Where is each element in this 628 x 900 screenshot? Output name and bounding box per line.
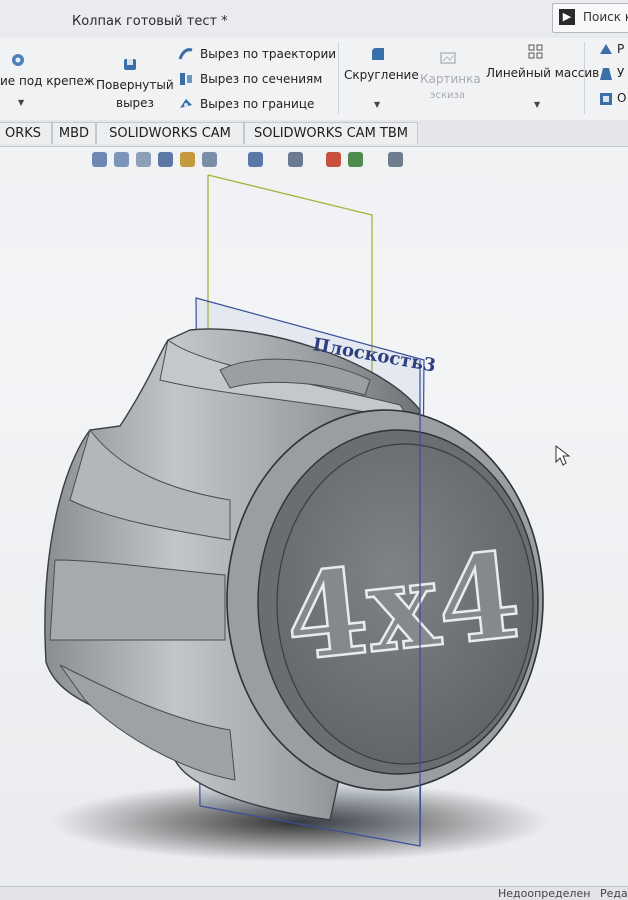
sketch-picture-label-2[interactable]: эскиза [430,90,465,101]
tab-solidworks-cam[interactable]: SOLIDWORKS CAM [96,122,244,144]
chevron-down-icon[interactable]: ▼ [374,100,380,109]
hole-wizard-button[interactable]: ие под крепеж [0,74,95,88]
document-title: Колпак готовый тест * [72,14,228,29]
status-editing: Реда [600,887,628,900]
display-style-icon[interactable] [248,152,263,167]
linear-pattern-icon[interactable] [528,44,544,60]
tab-mbd[interactable]: MBD [52,122,96,144]
rib-icon[interactable] [598,42,614,58]
sketch-picture-icon[interactable] [440,50,456,66]
sketch-picture-label-1[interactable]: Картинка [420,72,481,86]
fillet-button[interactable]: Скругление [344,68,419,82]
graphics-area[interactable]: 4x4 Плоскость3 [0,170,628,886]
draft-icon[interactable] [598,66,614,82]
zoom-to-fit-icon[interactable] [92,152,107,167]
tab-solidworks-cam-tbm[interactable]: SOLIDWORKS CAM TBM [244,122,418,144]
flute-recess [49,559,226,641]
title-bar: Колпак готовый тест * ▶ Поиск к [0,0,628,39]
command-tabs: ORKS MBD SOLIDWORKS CAM SOLIDWORKS CAM T… [0,120,628,147]
status-bar: Недоопределен Реда [0,886,628,900]
previous-view-icon[interactable] [136,152,151,167]
hide-show-items-icon[interactable] [288,152,303,167]
ribbon-separator [584,42,585,114]
lofted-cut-icon[interactable] [178,71,194,87]
swept-cut-button[interactable]: Вырез по траектории [200,47,336,61]
revolved-cut-icon[interactable] [122,56,138,72]
view-orientation-icon[interactable] [202,152,217,167]
view-settings-icon[interactable] [388,152,403,167]
mouse-cursor-icon [555,444,571,466]
embossed-text[interactable]: 4x4 [277,524,527,689]
command-manager-ribbon: ие под крепеж ▼ Повернутый вырез Вырез п… [0,38,628,121]
revolved-cut-label-2[interactable]: вырез [116,96,154,110]
zoom-to-area-icon[interactable] [114,152,129,167]
solidworks-window: Колпак готовый тест * ▶ Поиск к ие под к… [0,0,628,900]
chevron-down-icon[interactable]: ▼ [18,98,24,107]
search-icon: ▶ [559,9,575,25]
tab-solidworks-addins[interactable]: ORKS [0,122,52,144]
boundary-cut-button[interactable]: Вырез по границе [200,97,314,111]
draft-button[interactable]: У [617,66,624,80]
ribbon-separator [338,42,339,114]
lofted-cut-button[interactable]: Вырез по сечениям [200,72,322,86]
rib-button[interactable]: Р [617,42,624,56]
status-definition: Недоопределен [498,887,591,900]
revolved-cut-label-1[interactable]: Повернутый [96,78,174,92]
chevron-down-icon[interactable]: ▼ [534,100,540,109]
apply-scene-icon[interactable] [348,152,363,167]
hole-wizard-icon[interactable] [10,52,26,68]
shell-icon[interactable] [598,91,614,107]
section-view-icon[interactable] [158,152,173,167]
dynamic-annotation-icon[interactable] [180,152,195,167]
shell-button[interactable]: О [617,91,626,105]
boundary-cut-icon[interactable] [178,96,194,112]
search-label: Поиск к [583,10,628,24]
heads-up-view-toolbar [92,150,422,172]
swept-cut-icon[interactable] [178,46,194,62]
search-box[interactable]: ▶ Поиск к [552,3,628,33]
fillet-icon[interactable] [370,46,386,62]
linear-pattern-button[interactable]: Линейный массив [486,66,599,80]
edit-appearance-icon[interactable] [326,152,341,167]
